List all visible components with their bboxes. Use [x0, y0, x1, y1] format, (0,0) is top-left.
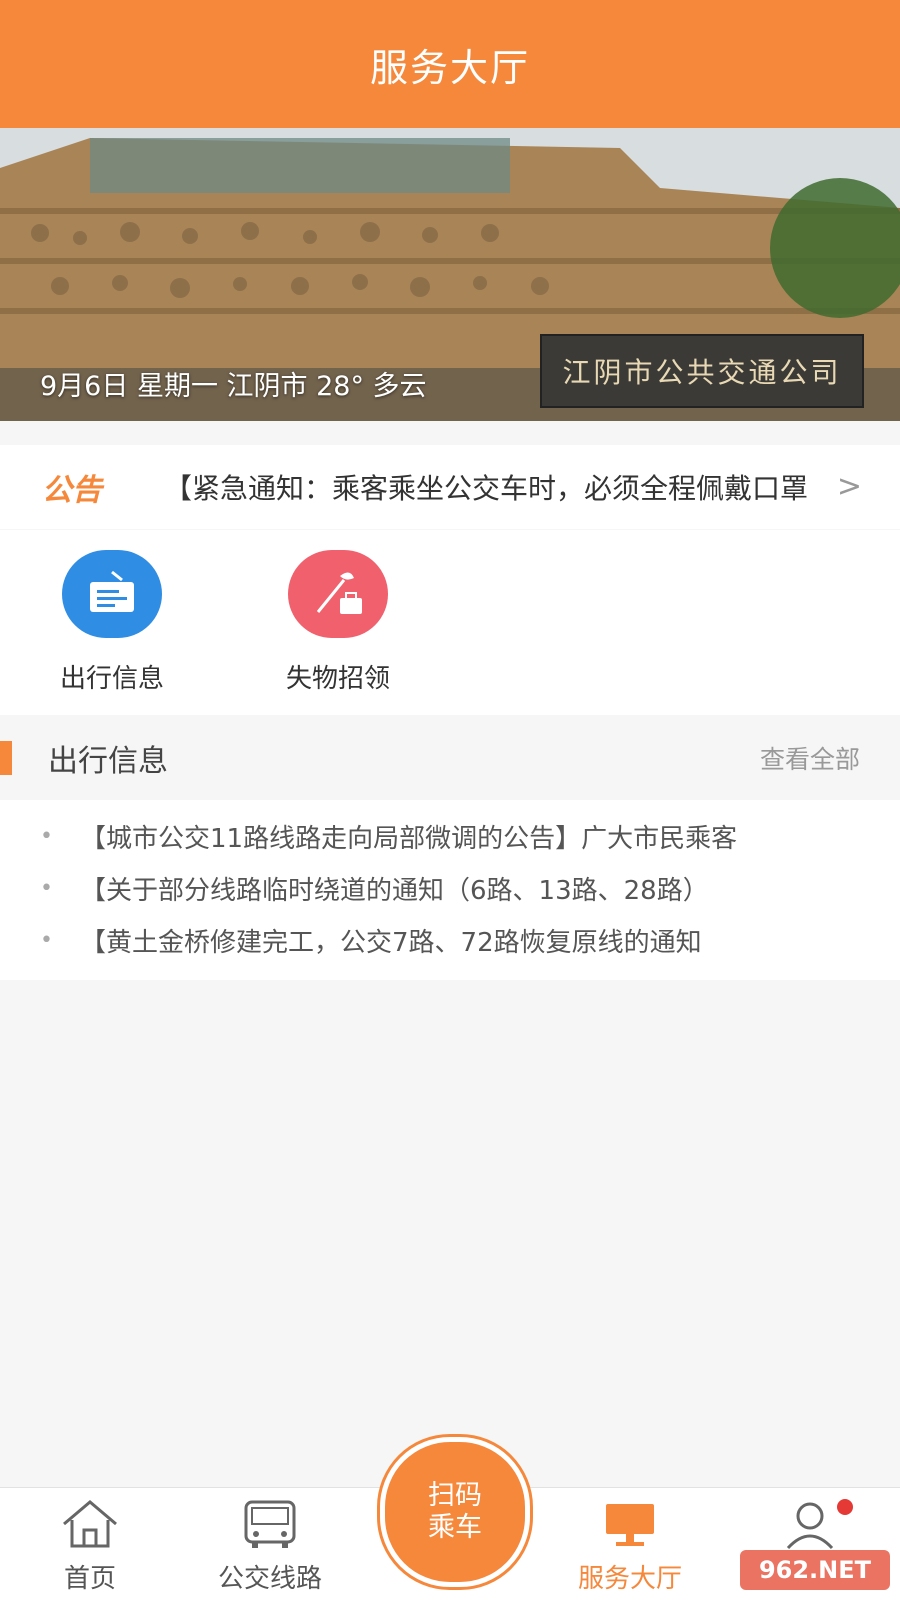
section-accent-bar — [0, 741, 12, 775]
bus-icon — [244, 1500, 296, 1548]
tab-home[interactable]: 首页 — [10, 1498, 170, 1595]
news-list: • 【城市公交11路线路走向局部微调的公告】广大市民乘客 • 【关于部分线路临时… — [0, 800, 900, 980]
notice-board-icon — [62, 550, 162, 638]
news-title: 【关于部分线路临时绕道的通知（6路、13路、28路） — [80, 875, 709, 906]
list-item[interactable]: • 【黄土金桥修建完工，公交7路、72路恢复原线的通知 — [0, 914, 900, 966]
scan-label-line1: 扫码 — [428, 1480, 482, 1511]
banner-image[interactable]: 江阴市公共交通公司 9月6日 星期一 江阴市 28° 多云 — [0, 128, 900, 421]
watermark-logo: 962.NET — [740, 1550, 890, 1590]
tab-profile[interactable] — [730, 1498, 890, 1554]
news-title: 【城市公交11路线路走向局部微调的公告】广大市民乘客 — [80, 823, 738, 854]
view-all-link[interactable]: 查看全部 — [760, 740, 860, 776]
list-item[interactable]: • 【关于部分线路临时绕道的通知（6路、13路、28路） — [0, 862, 900, 914]
news-title: 【黄土金桥修建完工，公交7路、72路恢复原线的通知 — [80, 927, 702, 958]
list-item[interactable]: • 【城市公交11路线路走向局部微调的公告】广大市民乘客 — [0, 810, 900, 862]
user-icon — [786, 1502, 834, 1550]
section-title: 出行信息 — [48, 744, 168, 779]
bullet-icon: • — [40, 875, 53, 901]
tab-service-hall[interactable]: 服务大厅 — [550, 1498, 710, 1595]
date-weather-caption: 9月6日 星期一 江阴市 28° 多云 — [40, 371, 427, 402]
company-sign: 江阴市公共交通公司 — [540, 334, 864, 408]
shortcut-travel-info[interactable]: 出行信息 — [32, 550, 192, 695]
page-title: 服务大厅 — [369, 45, 530, 90]
announcement-text[interactable]: 【紧急通知：乘客乘坐公交车时，必须全程佩戴口罩 — [164, 467, 814, 507]
shortcut-grid: 出行信息 失物招领 — [0, 530, 900, 715]
scan-label-line2: 乘车 — [428, 1512, 482, 1543]
scan-to-ride-button[interactable]: 扫码 乘车 — [380, 1437, 530, 1587]
app-header: 服务大厅 — [0, 0, 900, 128]
announcement-tag: 公告 — [42, 473, 102, 508]
shortcut-lost-found[interactable]: 失物招领 — [258, 550, 418, 695]
bullet-icon: • — [40, 927, 53, 953]
announcement-bar[interactable]: 公告 【紧急通知：乘客乘坐公交车时，必须全程佩戴口罩 > — [0, 445, 900, 529]
tab-bus-lines[interactable]: 公交线路 — [190, 1498, 350, 1595]
notification-dot — [837, 1499, 853, 1515]
home-icon — [63, 1500, 117, 1548]
section-header: 出行信息 查看全部 — [0, 716, 900, 800]
lost-found-icon — [288, 550, 388, 638]
tab-label: 公交线路 — [217, 1564, 322, 1594]
shortcut-label: 出行信息 — [59, 664, 164, 694]
tab-label: 首页 — [63, 1564, 116, 1594]
shortcut-label: 失物招领 — [285, 664, 390, 694]
tab-label: 服务大厅 — [577, 1564, 682, 1594]
chevron-right-icon[interactable]: > — [837, 469, 862, 504]
bullet-icon: • — [40, 823, 53, 849]
monitor-icon — [606, 1504, 654, 1546]
